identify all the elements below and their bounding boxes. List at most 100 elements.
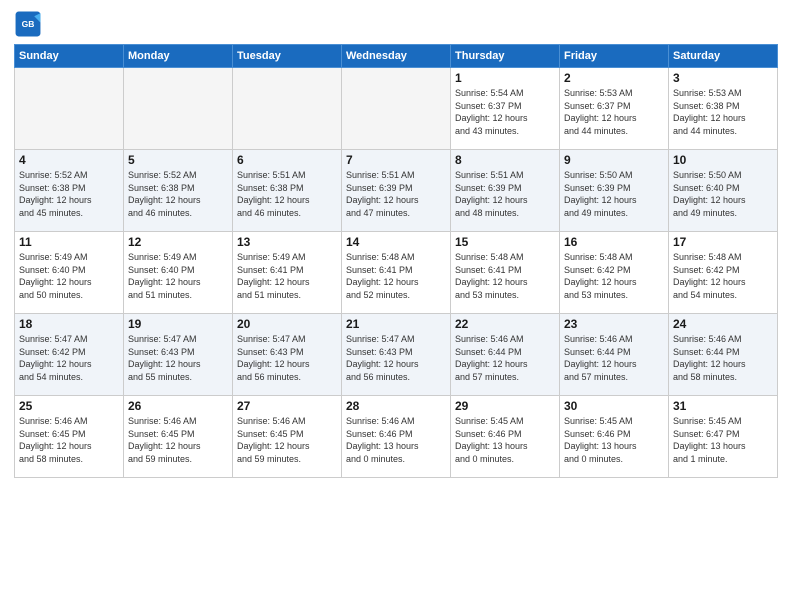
day-number: 27: [237, 399, 337, 413]
day-info: Sunrise: 5:45 AM Sunset: 6:47 PM Dayligh…: [673, 415, 773, 465]
calendar-cell: 10Sunrise: 5:50 AM Sunset: 6:40 PM Dayli…: [669, 150, 778, 232]
day-info: Sunrise: 5:49 AM Sunset: 6:40 PM Dayligh…: [128, 251, 228, 301]
calendar-cell: 16 Sunrise: 5:48 AM Sunset: 6:42 PM Dayli…: [560, 232, 669, 314]
logo-icon: GB: [14, 10, 42, 38]
day-info: Sunrise: 5:52 AM Sunset: 6:38 PM Dayligh…: [19, 169, 119, 219]
day-number: 8: [455, 153, 555, 167]
calendar-table: SundayMondayTuesdayWednesdayThursdayFrid…: [14, 44, 778, 478]
day-number: 10: [673, 153, 773, 167]
calendar-cell: 9 Sunrise: 5:50 AM Sunset: 6:39 PM Daylig…: [560, 150, 669, 232]
calendar-cell: 8 Sunrise: 5:51 AM Sunset: 6:39 PM Daylig…: [451, 150, 560, 232]
calendar-cell: 17 Sunrise: 5:48 AM Sunset: 6:42 PM Dayli…: [669, 232, 778, 314]
calendar-cell: 29Sunrise: 5:45 AM Sunset: 6:46 PM Dayli…: [451, 396, 560, 478]
day-number: 26: [128, 399, 228, 413]
day-info: Sunrise: 5:45 AM Sunset: 6:46 PM Dayligh…: [564, 415, 664, 465]
day-number: 20: [237, 317, 337, 331]
day-info: Sunrise: 5:48 AM Sunset: 6:41 PM Dayligh…: [346, 251, 446, 301]
day-number: 22: [455, 317, 555, 331]
day-number: 9: [564, 153, 664, 167]
column-header-monday: Monday: [124, 45, 233, 68]
calendar-cell: 26 Sunrise: 5:46 AM Sunset: 6:45 PM Dayli…: [124, 396, 233, 478]
calendar-body: 1 Sunrise: 5:54 AM Sunset: 6:37 PM Daylig…: [15, 68, 778, 478]
day-number: 25: [19, 399, 119, 413]
calendar-cell: 7 Sunrise: 5:51 AM Sunset: 6:39 PM Daylig…: [342, 150, 451, 232]
day-info: Sunrise: 5:47 AM Sunset: 6:42 PM Dayligh…: [19, 333, 119, 383]
calendar-cell: 19 Sunrise: 5:47 AM Sunset: 6:43 PM Dayli…: [124, 314, 233, 396]
day-number: 14: [346, 235, 446, 249]
day-number: 31: [673, 399, 773, 413]
day-number: 23: [564, 317, 664, 331]
day-number: 18: [19, 317, 119, 331]
column-header-wednesday: Wednesday: [342, 45, 451, 68]
week-row-1: 1 Sunrise: 5:54 AM Sunset: 6:37 PM Daylig…: [15, 68, 778, 150]
calendar-cell: 18 Sunrise: 5:47 AM Sunset: 6:42 PM Dayli…: [15, 314, 124, 396]
calendar-header-row: SundayMondayTuesdayWednesdayThursdayFrid…: [15, 45, 778, 68]
week-row-5: 25 Sunrise: 5:46 AM Sunset: 6:45 PM Dayli…: [15, 396, 778, 478]
day-number: 17: [673, 235, 773, 249]
week-row-2: 4Sunrise: 5:52 AM Sunset: 6:38 PM Daylig…: [15, 150, 778, 232]
day-number: 15: [455, 235, 555, 249]
day-info: Sunrise: 5:46 AM Sunset: 6:45 PM Dayligh…: [237, 415, 337, 465]
logo: GB: [14, 10, 46, 38]
calendar-cell: 25 Sunrise: 5:46 AM Sunset: 6:45 PM Dayli…: [15, 396, 124, 478]
day-number: 11: [19, 235, 119, 249]
calendar-cell: 2Sunrise: 5:53 AM Sunset: 6:37 PM Daylig…: [560, 68, 669, 150]
day-info: Sunrise: 5:54 AM Sunset: 6:37 PM Dayligh…: [455, 87, 555, 137]
day-number: 13: [237, 235, 337, 249]
day-info: Sunrise: 5:46 AM Sunset: 6:45 PM Dayligh…: [19, 415, 119, 465]
calendar-cell: 21 Sunrise: 5:47 AM Sunset: 6:43 PM Dayli…: [342, 314, 451, 396]
day-info: Sunrise: 5:48 AM Sunset: 6:42 PM Dayligh…: [673, 251, 773, 301]
calendar-cell: 13Sunrise: 5:49 AM Sunset: 6:41 PM Dayli…: [233, 232, 342, 314]
day-number: 6: [237, 153, 337, 167]
calendar-cell: [15, 68, 124, 150]
day-info: Sunrise: 5:47 AM Sunset: 6:43 PM Dayligh…: [346, 333, 446, 383]
svg-text:GB: GB: [22, 19, 35, 29]
column-header-thursday: Thursday: [451, 45, 560, 68]
day-number: 1: [455, 71, 555, 85]
day-info: Sunrise: 5:46 AM Sunset: 6:44 PM Dayligh…: [455, 333, 555, 383]
calendar-cell: [124, 68, 233, 150]
day-info: Sunrise: 5:53 AM Sunset: 6:38 PM Dayligh…: [673, 87, 773, 137]
calendar-cell: 4Sunrise: 5:52 AM Sunset: 6:38 PM Daylig…: [15, 150, 124, 232]
calendar-cell: 11 Sunrise: 5:49 AM Sunset: 6:40 PM Dayli…: [15, 232, 124, 314]
day-number: 30: [564, 399, 664, 413]
day-info: Sunrise: 5:52 AM Sunset: 6:38 PM Dayligh…: [128, 169, 228, 219]
day-info: Sunrise: 5:48 AM Sunset: 6:42 PM Dayligh…: [564, 251, 664, 301]
day-number: 16: [564, 235, 664, 249]
column-header-tuesday: Tuesday: [233, 45, 342, 68]
day-info: Sunrise: 5:46 AM Sunset: 6:44 PM Dayligh…: [564, 333, 664, 383]
day-info: Sunrise: 5:51 AM Sunset: 6:39 PM Dayligh…: [346, 169, 446, 219]
day-info: Sunrise: 5:46 AM Sunset: 6:46 PM Dayligh…: [346, 415, 446, 465]
calendar-cell: 22 Sunrise: 5:46 AM Sunset: 6:44 PM Dayli…: [451, 314, 560, 396]
week-row-4: 18 Sunrise: 5:47 AM Sunset: 6:42 PM Dayli…: [15, 314, 778, 396]
calendar-cell: 31 Sunrise: 5:45 AM Sunset: 6:47 PM Dayli…: [669, 396, 778, 478]
calendar-cell: 24Sunrise: 5:46 AM Sunset: 6:44 PM Dayli…: [669, 314, 778, 396]
day-number: 3: [673, 71, 773, 85]
calendar-cell: 27 Sunrise: 5:46 AM Sunset: 6:45 PM Dayli…: [233, 396, 342, 478]
day-info: Sunrise: 5:51 AM Sunset: 6:39 PM Dayligh…: [455, 169, 555, 219]
calendar-cell: 6Sunrise: 5:51 AM Sunset: 6:38 PM Daylig…: [233, 150, 342, 232]
column-header-saturday: Saturday: [669, 45, 778, 68]
calendar-cell: 12Sunrise: 5:49 AM Sunset: 6:40 PM Dayli…: [124, 232, 233, 314]
day-info: Sunrise: 5:46 AM Sunset: 6:45 PM Dayligh…: [128, 415, 228, 465]
calendar-cell: 30 Sunrise: 5:45 AM Sunset: 6:46 PM Dayli…: [560, 396, 669, 478]
day-number: 19: [128, 317, 228, 331]
day-number: 28: [346, 399, 446, 413]
calendar-cell: 1 Sunrise: 5:54 AM Sunset: 6:37 PM Daylig…: [451, 68, 560, 150]
calendar-cell: [233, 68, 342, 150]
calendar-cell: 14 Sunrise: 5:48 AM Sunset: 6:41 PM Dayli…: [342, 232, 451, 314]
day-number: 7: [346, 153, 446, 167]
day-number: 21: [346, 317, 446, 331]
day-info: Sunrise: 5:50 AM Sunset: 6:39 PM Dayligh…: [564, 169, 664, 219]
day-info: Sunrise: 5:48 AM Sunset: 6:41 PM Dayligh…: [455, 251, 555, 301]
week-row-3: 11 Sunrise: 5:49 AM Sunset: 6:40 PM Dayli…: [15, 232, 778, 314]
calendar-cell: 23 Sunrise: 5:46 AM Sunset: 6:44 PM Dayli…: [560, 314, 669, 396]
calendar-cell: 5Sunrise: 5:52 AM Sunset: 6:38 PM Daylig…: [124, 150, 233, 232]
calendar-page: GB SundayMondayTuesdayWednesdayThursdayF…: [0, 0, 792, 612]
day-info: Sunrise: 5:47 AM Sunset: 6:43 PM Dayligh…: [128, 333, 228, 383]
day-number: 24: [673, 317, 773, 331]
calendar-cell: 28 Sunrise: 5:46 AM Sunset: 6:46 PM Dayli…: [342, 396, 451, 478]
day-info: Sunrise: 5:45 AM Sunset: 6:46 PM Dayligh…: [455, 415, 555, 465]
day-info: Sunrise: 5:53 AM Sunset: 6:37 PM Dayligh…: [564, 87, 664, 137]
day-info: Sunrise: 5:49 AM Sunset: 6:40 PM Dayligh…: [19, 251, 119, 301]
